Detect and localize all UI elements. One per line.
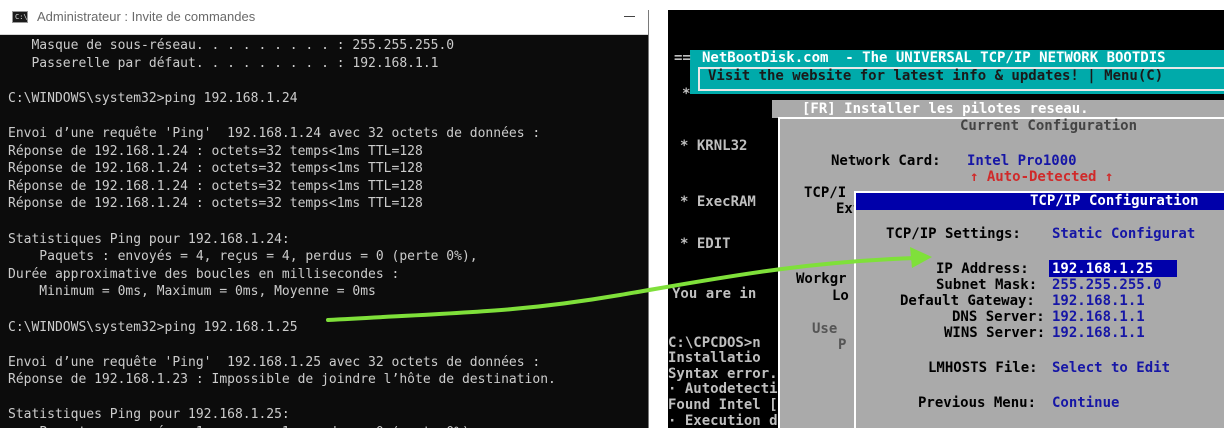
p-label-partial: P [838,337,847,353]
previous-menu-option[interactable]: Continue [1052,395,1119,411]
console-line: Masque de sous-réseau. . . . . . . . . :… [8,38,455,53]
tcpip-configuration-dialog: TCP/IP Configuration TCP/IP Settings: St… [854,191,1224,428]
dos-window[interactable]: == NetBootDisk.com - The UNIVERSAL TCP/I… [668,10,1224,428]
console-line: C:\WINDOWS\system32>ping 192.168.1.24 [8,90,298,106]
ip-address-label: IP Address: [936,261,1029,277]
console-line: Paquets : envoyés = 1, reçus = 1, perdus… [8,424,638,428]
header-star: * [682,86,691,102]
console-line: Durée approximative des boucles en milli… [8,266,400,282]
console-output[interactable]: Masque de sous-réseau. . . . . . . . . :… [8,37,638,428]
auto-detected-label: ↑ Auto-Detected ↑ [970,169,1114,185]
console-line: Réponse de 192.168.1.23 : Impossible de … [8,372,556,388]
console-line: C:\WINDOWS\system32>ping 192.168.1.25 [8,319,298,335]
fr-banner-text: [FR] Installer les pilotes reseau. [802,101,1089,117]
subnet-mask-label: Subnet Mask: [936,277,1038,293]
console-line: Réponse de 192.168.1.24 : octets=32 temp… [8,178,423,194]
console-line: Minimum = 0ms, Maximum = 0ms, Moyenne = … [8,284,376,300]
network-card-value[interactable]: Intel Pro1000 [967,153,1077,169]
header-title: NetBootDisk.com - The UNIVERSAL TCP/IP N… [702,50,1166,66]
console-line: Passerelle par défaut. . . . . . . . . :… [8,55,439,71]
window-title: Administrateur : Invite de commandes [37,9,256,24]
lmhosts-file-option[interactable]: Select to Edit [1052,360,1170,376]
console-line: Réponse de 192.168.1.24 : octets=32 temp… [8,161,423,177]
workgroup-label-partial: Workgr [796,271,847,287]
dos-window-top-strip [648,0,1224,10]
ip-address-field[interactable]: 192.168.1.25 [1052,261,1153,277]
default-gateway-label: Default Gateway: [900,293,1035,309]
cmd-app-icon: C:\ [12,11,28,23]
syntax-error-text: Syntax error. [668,366,778,382]
cmd-titlebar[interactable]: C:\ Administrateur : Invite de commandes [0,0,648,35]
menu-item-execram[interactable]: * ExecRAM [680,194,756,210]
cmd-window[interactable]: C:\ Administrateur : Invite de commandes… [0,0,649,428]
menu-item-krnl32[interactable]: * KRNL32 [680,138,747,154]
current-config-title: Current Configuration [960,118,1138,134]
header-visit-text: Visit the website for latest info & upda… [708,68,1164,84]
console-line: Réponse de 192.168.1.24 : octets=32 temp… [8,196,423,212]
installation-text: Installatio [668,350,761,366]
cmd-app-icon-text: C:\ [15,13,28,21]
console-line: Statistiques Ping pour 192.168.1.24: [8,231,290,247]
previous-menu-label: Previous Menu: [918,395,1037,411]
use-label-partial: Use [812,321,838,337]
you-are-in-text: You are in [672,286,757,302]
menu-item-edit[interactable]: * EDIT [680,236,731,252]
wins-server-field[interactable]: 192.168.1.1 [1052,325,1145,341]
lmhosts-file-label: LMHOSTS File: [928,360,1038,376]
wins-server-label: WINS Server: [944,325,1046,341]
console-line: Envoi d’une requête 'Ping' 192.168.1.24 … [8,125,541,141]
fr-banner: [FR] Installer les pilotes reseau. [772,100,1224,118]
default-gateway-field[interactable]: 192.168.1.1 [1052,293,1145,309]
minimize-button[interactable] [618,6,642,26]
dns-server-label: DNS Server: [952,309,1045,325]
dns-server-field[interactable]: 192.168.1.1 [1052,309,1145,325]
console-line: Statistiques Ping pour 192.168.1.25: [8,407,290,423]
tcpip-settings-value[interactable]: Static Configurat [1052,226,1195,242]
header-separator: == [674,50,691,66]
cpcdos-prompt: C:\CPCDOS>n [668,335,761,351]
console-line: Réponse de 192.168.1.24 : octets=32 temp… [8,143,423,159]
lo-label-partial: Lo [832,288,849,304]
tcpip-dialog-title: TCP/IP Configuration [1030,193,1199,209]
tcpip-dialog-titlebar: TCP/IP Configuration [856,193,1224,210]
console-line: Paquets : envoyés = 4, reçus = 4, perdus… [8,249,478,265]
network-card-label: Network Card: [831,153,941,169]
tcpip-settings-label: TCP/IP Settings: [886,226,1021,242]
tcp-label-partial: TCP/I [804,185,847,201]
console-line: Envoi d’une requête 'Ping' 192.168.1.25 … [8,354,541,370]
subnet-mask-field[interactable]: 255.255.255.0 [1052,277,1162,293]
